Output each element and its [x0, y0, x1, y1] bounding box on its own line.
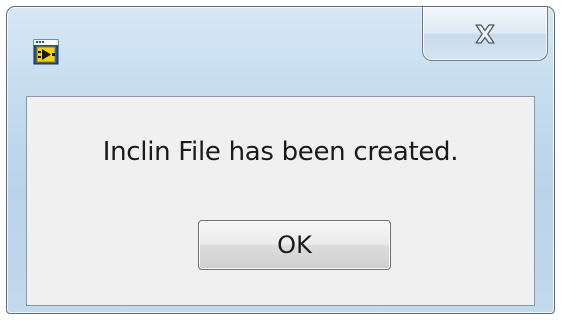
dialog-message: Inclin File has been created. — [102, 137, 459, 167]
title-bar[interactable] — [7, 7, 554, 95]
close-icon — [471, 22, 499, 46]
close-button[interactable] — [422, 7, 548, 61]
dialog-body: Inclin File has been created. OK — [26, 96, 535, 306]
labview-vi-icon — [33, 39, 59, 65]
ok-button[interactable]: OK — [198, 220, 391, 270]
message-dialog: Inclin File has been created. OK — [6, 6, 555, 314]
